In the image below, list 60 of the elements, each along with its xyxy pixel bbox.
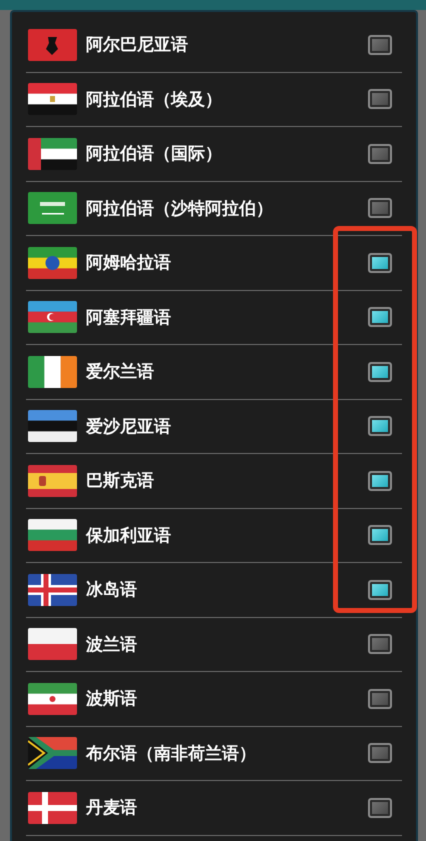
language-item[interactable]: 阿姆哈拉语 xyxy=(26,236,402,290)
language-name: 波斯语 xyxy=(86,688,138,710)
language-name: 阿尔巴尼亚语 xyxy=(86,34,189,56)
flag-icon xyxy=(28,464,77,497)
flag-icon xyxy=(28,737,77,770)
checkbox[interactable] xyxy=(368,416,392,436)
flag-icon xyxy=(28,792,77,824)
language-name: 波兰语 xyxy=(86,634,138,656)
flag-icon xyxy=(28,682,77,715)
checkbox[interactable] xyxy=(368,525,392,546)
language-name: 阿拉伯语（国际） xyxy=(86,143,223,166)
checkbox[interactable] xyxy=(368,580,392,600)
checkbox[interactable] xyxy=(368,634,392,654)
checkbox[interactable] xyxy=(368,362,392,382)
checkbox[interactable] xyxy=(368,798,392,818)
checkbox[interactable] xyxy=(368,252,392,273)
flag-icon xyxy=(28,192,77,224)
language-item[interactable]: 波斯语 xyxy=(26,672,402,726)
language-name: 爱沙尼亚语 xyxy=(86,416,172,438)
checkbox[interactable] xyxy=(368,34,392,55)
language-item[interactable]: 波兰语 xyxy=(26,618,402,672)
language-item[interactable]: 阿塞拜疆语 xyxy=(26,290,402,345)
language-name: 布尔语（南非荷兰语） xyxy=(86,742,257,765)
language-name: 阿拉伯语（沙特阿拉伯） xyxy=(86,198,274,220)
flag-icon xyxy=(28,519,77,552)
language-item[interactable]: 保加利亚语 xyxy=(26,508,402,563)
checkbox[interactable] xyxy=(368,470,392,491)
language-item[interactable]: 巴斯克语 xyxy=(26,454,402,508)
language-item[interactable]: 爱尔兰语 xyxy=(26,345,402,400)
flag-icon xyxy=(28,28,77,61)
language-name: 爱尔兰语 xyxy=(86,361,155,384)
language-name: 阿姆哈拉语 xyxy=(86,252,172,274)
flag-icon xyxy=(28,246,77,279)
language-item[interactable]: 丹麦语 xyxy=(26,781,402,836)
language-name: 保加利亚语 xyxy=(86,524,172,547)
checkbox[interactable] xyxy=(368,688,392,709)
language-name: 巴斯克语 xyxy=(86,470,155,492)
checkbox[interactable] xyxy=(368,89,392,110)
language-item[interactable]: 阿拉伯语（埃及） xyxy=(26,72,402,127)
checkbox[interactable] xyxy=(368,307,392,328)
flag-icon xyxy=(28,83,77,116)
language-item[interactable]: 阿拉伯语（国际） xyxy=(26,127,402,182)
language-item[interactable]: 布尔语（南非荷兰语） xyxy=(26,726,402,781)
language-name: 丹麦语 xyxy=(86,797,138,820)
flag-icon xyxy=(28,574,77,606)
language-name: 阿塞拜疆语 xyxy=(86,306,172,329)
flag-icon xyxy=(28,410,77,442)
language-item[interactable]: 冰岛语 xyxy=(26,563,402,618)
language-item[interactable]: 爱沙尼亚语 xyxy=(26,400,402,454)
checkbox[interactable] xyxy=(368,743,392,764)
checkbox[interactable] xyxy=(368,198,392,218)
flag-icon xyxy=(28,628,77,660)
language-name: 冰岛语 xyxy=(86,579,138,602)
flag-icon xyxy=(28,356,77,388)
language-item[interactable]: 阿拉伯语（沙特阿拉伯） xyxy=(26,182,402,236)
language-item[interactable]: 阿尔巴尼亚语 xyxy=(26,18,402,72)
language-name: 阿拉伯语（埃及） xyxy=(86,88,223,111)
flag-icon xyxy=(28,138,77,170)
flag-icon xyxy=(28,301,77,334)
checkbox[interactable] xyxy=(368,144,392,164)
